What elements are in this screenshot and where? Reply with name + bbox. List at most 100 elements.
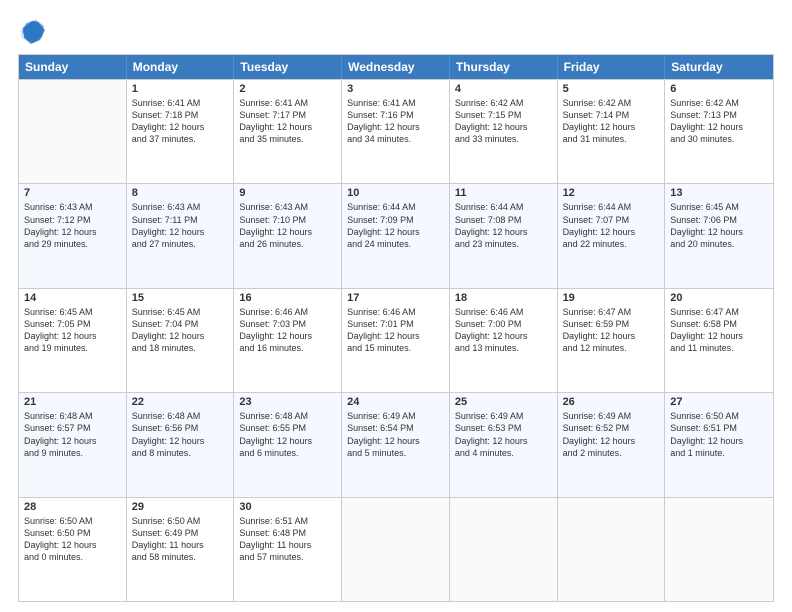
day-number: 15 xyxy=(132,292,229,304)
day-info: Sunrise: 6:48 AM Sunset: 6:55 PM Dayligh… xyxy=(239,410,336,459)
cal-cell-day-20: 20 Sunrise: 6:47 AM Sunset: 6:58 PM Dayli… xyxy=(665,289,773,392)
day-number: 6 xyxy=(670,83,768,95)
day-info: Sunrise: 6:48 AM Sunset: 6:56 PM Dayligh… xyxy=(132,410,229,459)
day-info: Sunrise: 6:43 AM Sunset: 7:12 PM Dayligh… xyxy=(24,201,121,250)
cal-cell-day-28: 28 Sunrise: 6:50 AM Sunset: 6:50 PM Dayli… xyxy=(19,498,127,601)
cal-cell-day-16: 16 Sunrise: 6:46 AM Sunset: 7:03 PM Dayli… xyxy=(234,289,342,392)
cal-cell-day-7: 7 Sunrise: 6:43 AM Sunset: 7:12 PM Daylig… xyxy=(19,184,127,287)
day-number: 23 xyxy=(239,396,336,408)
day-number: 28 xyxy=(24,501,121,513)
day-info: Sunrise: 6:41 AM Sunset: 7:16 PM Dayligh… xyxy=(347,97,444,146)
cal-header-wednesday: Wednesday xyxy=(342,55,450,79)
day-number: 17 xyxy=(347,292,444,304)
cal-cell-day-18: 18 Sunrise: 6:46 AM Sunset: 7:00 PM Dayli… xyxy=(450,289,558,392)
calendar-body: 1Sunrise: 6:41 AM Sunset: 7:18 PM Daylig… xyxy=(19,79,773,601)
day-number: 3 xyxy=(347,83,444,95)
cal-week-2: 7 Sunrise: 6:43 AM Sunset: 7:12 PM Daylig… xyxy=(19,183,773,287)
cal-header-friday: Friday xyxy=(558,55,666,79)
cal-cell-day-13: 13 Sunrise: 6:45 AM Sunset: 7:06 PM Dayli… xyxy=(665,184,773,287)
cal-header-saturday: Saturday xyxy=(665,55,773,79)
header xyxy=(18,18,774,46)
day-number: 18 xyxy=(455,292,552,304)
day-number: 19 xyxy=(563,292,660,304)
cal-cell-day-5: 5 Sunrise: 6:42 AM Sunset: 7:14 PM Daylig… xyxy=(558,80,666,183)
day-number: 26 xyxy=(563,396,660,408)
calendar-header: SundayMondayTuesdayWednesdayThursdayFrid… xyxy=(19,55,773,79)
calendar: SundayMondayTuesdayWednesdayThursdayFrid… xyxy=(18,54,774,602)
cal-cell-day-29: 29Sunrise: 6:50 AM Sunset: 6:49 PM Dayli… xyxy=(127,498,235,601)
day-info: Sunrise: 6:43 AM Sunset: 7:11 PM Dayligh… xyxy=(132,201,229,250)
logo xyxy=(18,18,50,46)
day-info: Sunrise: 6:42 AM Sunset: 7:13 PM Dayligh… xyxy=(670,97,768,146)
day-info: Sunrise: 6:42 AM Sunset: 7:14 PM Dayligh… xyxy=(563,97,660,146)
cal-week-3: 14 Sunrise: 6:45 AM Sunset: 7:05 PM Dayli… xyxy=(19,288,773,392)
day-info: Sunrise: 6:45 AM Sunset: 7:05 PM Dayligh… xyxy=(24,306,121,355)
day-info: Sunrise: 6:46 AM Sunset: 7:01 PM Dayligh… xyxy=(347,306,444,355)
day-info: Sunrise: 6:41 AM Sunset: 7:17 PM Dayligh… xyxy=(239,97,336,146)
cal-cell-day-17: 17 Sunrise: 6:46 AM Sunset: 7:01 PM Dayli… xyxy=(342,289,450,392)
cal-cell-day-22: 22Sunrise: 6:48 AM Sunset: 6:56 PM Dayli… xyxy=(127,393,235,496)
day-number: 8 xyxy=(132,187,229,199)
cal-cell-day-14: 14 Sunrise: 6:45 AM Sunset: 7:05 PM Dayli… xyxy=(19,289,127,392)
cal-cell-day-3: 3 Sunrise: 6:41 AM Sunset: 7:16 PM Daylig… xyxy=(342,80,450,183)
day-number: 1 xyxy=(132,83,229,95)
day-number: 13 xyxy=(670,187,768,199)
cal-header-monday: Monday xyxy=(127,55,235,79)
day-number: 29 xyxy=(132,501,229,513)
day-number: 4 xyxy=(455,83,552,95)
cal-cell-day-26: 26Sunrise: 6:49 AM Sunset: 6:52 PM Dayli… xyxy=(558,393,666,496)
cal-cell-day-4: 4 Sunrise: 6:42 AM Sunset: 7:15 PM Daylig… xyxy=(450,80,558,183)
cal-cell-day-10: 10 Sunrise: 6:44 AM Sunset: 7:09 PM Dayli… xyxy=(342,184,450,287)
cal-cell-day-6: 6 Sunrise: 6:42 AM Sunset: 7:13 PM Daylig… xyxy=(665,80,773,183)
day-info: Sunrise: 6:48 AM Sunset: 6:57 PM Dayligh… xyxy=(24,410,121,459)
day-number: 7 xyxy=(24,187,121,199)
cal-cell-day-12: 12Sunrise: 6:44 AM Sunset: 7:07 PM Dayli… xyxy=(558,184,666,287)
cal-cell-day-8: 8 Sunrise: 6:43 AM Sunset: 7:11 PM Daylig… xyxy=(127,184,235,287)
day-info: Sunrise: 6:47 AM Sunset: 6:59 PM Dayligh… xyxy=(563,306,660,355)
day-info: Sunrise: 6:50 AM Sunset: 6:50 PM Dayligh… xyxy=(24,515,121,564)
cal-header-thursday: Thursday xyxy=(450,55,558,79)
day-info: Sunrise: 6:45 AM Sunset: 7:06 PM Dayligh… xyxy=(670,201,768,250)
day-number: 25 xyxy=(455,396,552,408)
cal-cell-day-19: 19 Sunrise: 6:47 AM Sunset: 6:59 PM Dayli… xyxy=(558,289,666,392)
day-info: Sunrise: 6:43 AM Sunset: 7:10 PM Dayligh… xyxy=(239,201,336,250)
cal-header-tuesday: Tuesday xyxy=(234,55,342,79)
cal-cell-day-30: 30 Sunrise: 6:51 AM Sunset: 6:48 PM Dayli… xyxy=(234,498,342,601)
cal-week-5: 28 Sunrise: 6:50 AM Sunset: 6:50 PM Dayli… xyxy=(19,497,773,601)
cal-cell-day-21: 21 Sunrise: 6:48 AM Sunset: 6:57 PM Dayli… xyxy=(19,393,127,496)
day-number: 24 xyxy=(347,396,444,408)
day-info: Sunrise: 6:47 AM Sunset: 6:58 PM Dayligh… xyxy=(670,306,768,355)
day-info: Sunrise: 6:44 AM Sunset: 7:09 PM Dayligh… xyxy=(347,201,444,250)
day-info: Sunrise: 6:51 AM Sunset: 6:48 PM Dayligh… xyxy=(239,515,336,564)
day-number: 14 xyxy=(24,292,121,304)
cal-cell-day-15: 15 Sunrise: 6:45 AM Sunset: 7:04 PM Dayli… xyxy=(127,289,235,392)
day-number: 16 xyxy=(239,292,336,304)
day-info: Sunrise: 6:46 AM Sunset: 7:00 PM Dayligh… xyxy=(455,306,552,355)
day-info: Sunrise: 6:46 AM Sunset: 7:03 PM Dayligh… xyxy=(239,306,336,355)
cal-cell-day-9: 9Sunrise: 6:43 AM Sunset: 7:10 PM Daylig… xyxy=(234,184,342,287)
cal-cell-day-1: 1Sunrise: 6:41 AM Sunset: 7:18 PM Daylig… xyxy=(127,80,235,183)
cal-cell-day-2: 2 Sunrise: 6:41 AM Sunset: 7:17 PM Daylig… xyxy=(234,80,342,183)
cal-cell-day-25: 25 Sunrise: 6:49 AM Sunset: 6:53 PM Dayli… xyxy=(450,393,558,496)
day-number: 10 xyxy=(347,187,444,199)
day-info: Sunrise: 6:49 AM Sunset: 6:53 PM Dayligh… xyxy=(455,410,552,459)
day-info: Sunrise: 6:44 AM Sunset: 7:08 PM Dayligh… xyxy=(455,201,552,250)
day-number: 20 xyxy=(670,292,768,304)
cal-cell-empty xyxy=(665,498,773,601)
cal-cell-day-11: 11 Sunrise: 6:44 AM Sunset: 7:08 PM Dayli… xyxy=(450,184,558,287)
day-number: 12 xyxy=(563,187,660,199)
cal-header-sunday: Sunday xyxy=(19,55,127,79)
day-number: 5 xyxy=(563,83,660,95)
day-info: Sunrise: 6:42 AM Sunset: 7:15 PM Dayligh… xyxy=(455,97,552,146)
cal-week-4: 21 Sunrise: 6:48 AM Sunset: 6:57 PM Dayli… xyxy=(19,392,773,496)
cal-cell-empty xyxy=(342,498,450,601)
day-number: 2 xyxy=(239,83,336,95)
day-number: 27 xyxy=(670,396,768,408)
cal-cell-empty xyxy=(450,498,558,601)
cal-cell-day-27: 27Sunrise: 6:50 AM Sunset: 6:51 PM Dayli… xyxy=(665,393,773,496)
day-number: 30 xyxy=(239,501,336,513)
day-info: Sunrise: 6:45 AM Sunset: 7:04 PM Dayligh… xyxy=(132,306,229,355)
cal-cell-day-24: 24Sunrise: 6:49 AM Sunset: 6:54 PM Dayli… xyxy=(342,393,450,496)
day-number: 11 xyxy=(455,187,552,199)
day-number: 21 xyxy=(24,396,121,408)
